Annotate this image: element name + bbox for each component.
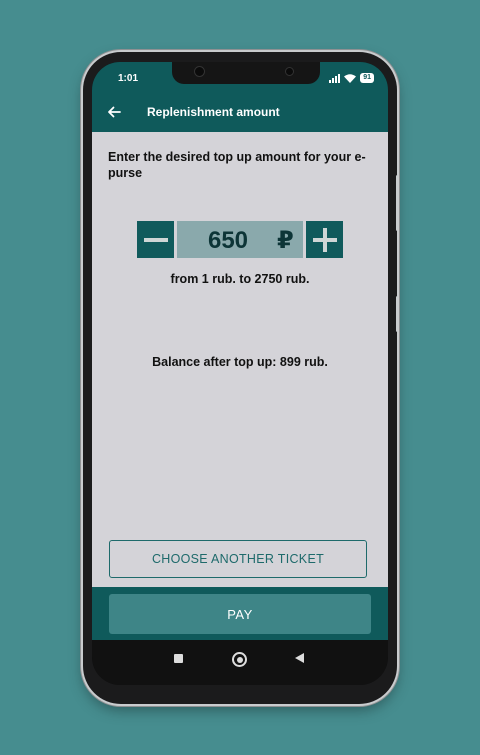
front-camera-icon: [194, 66, 205, 77]
amount-stepper: 650 ₽: [137, 221, 343, 258]
arrow-left-icon: [108, 106, 121, 118]
amount-input[interactable]: 650 ₽: [177, 221, 303, 258]
status-icons: 91: [329, 72, 374, 84]
page-title: Replenishment amount: [147, 105, 280, 119]
choose-another-ticket-button[interactable]: CHOOSE ANOTHER TICKET: [109, 540, 367, 578]
content-area: Enter the desired top up amount for your…: [92, 132, 388, 587]
back-button[interactable]: [102, 100, 126, 124]
amount-range-text: from 1 rub. to 2750 rub.: [170, 272, 310, 286]
sensor-icon: [285, 67, 294, 76]
phone-screen: 1:01 91 Replenishment amount Enter the d…: [92, 62, 388, 685]
system-navigation-bar: [92, 640, 388, 685]
app-bar: Replenishment amount: [92, 92, 388, 132]
phone-volume-button: [396, 175, 399, 231]
status-time: 1:01: [118, 73, 139, 84]
home-icon[interactable]: [232, 652, 247, 667]
decrease-amount-button[interactable]: [137, 221, 174, 258]
balance-after-topup-text: Balance after top up: 899 rub.: [152, 355, 328, 369]
back-triangle-icon[interactable]: [295, 653, 304, 663]
wifi-icon: [344, 73, 357, 83]
increase-amount-button[interactable]: [306, 221, 343, 258]
amount-value: 650: [207, 227, 249, 254]
instruction-text: Enter the desired top up amount for your…: [108, 150, 366, 180]
battery-icon: 91: [360, 73, 374, 83]
footer-bar: PAY: [92, 587, 388, 640]
phone-power-button: [396, 296, 399, 332]
signal-icon: [329, 73, 341, 83]
pay-button[interactable]: PAY: [109, 594, 371, 634]
minus-icon: [143, 237, 168, 242]
plus-icon: [312, 227, 337, 252]
ruble-sign: ₽: [277, 227, 294, 254]
camera-notch: [172, 62, 320, 84]
recent-apps-icon[interactable]: [174, 654, 183, 663]
status-bar: 1:01 91: [92, 62, 388, 92]
